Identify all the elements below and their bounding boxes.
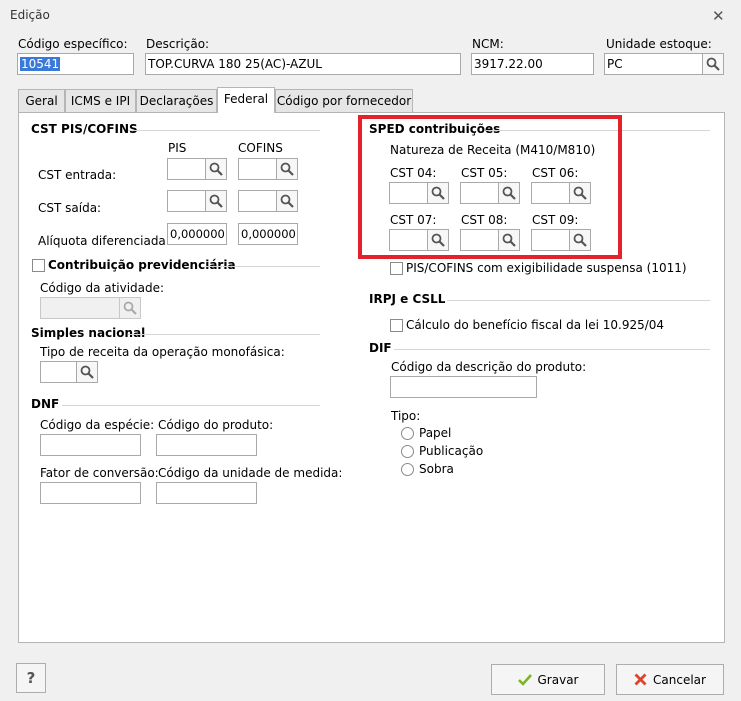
suspensa-checkbox[interactable]: [390, 262, 403, 275]
fator-label: Fator de conversão:: [40, 466, 159, 480]
search-icon[interactable]: [702, 53, 724, 75]
dnf-section-title: DNF: [31, 397, 60, 411]
fator-input[interactable]: [40, 482, 141, 504]
cancelar-button[interactable]: Cancelar: [616, 664, 724, 695]
pis-label: PIS: [168, 141, 187, 155]
ncm-input[interactable]: 3917.22.00: [471, 53, 594, 75]
search-icon[interactable]: [205, 158, 227, 180]
irpj-section-title: IRPJ e CSLL: [369, 292, 446, 306]
radio-papel[interactable]: [401, 427, 414, 440]
cst-entrada-label: CST entrada:: [38, 168, 117, 182]
tab-codigo-fornecedor[interactable]: Código por fornecedor: [275, 89, 413, 113]
tab-geral[interactable]: Geral: [18, 89, 65, 113]
cst-entrada-cofins-lookup[interactable]: [238, 158, 298, 180]
cst-saida-pis-input[interactable]: [167, 190, 205, 212]
simples-section-title: Simples nacional: [31, 326, 146, 340]
atividade-input[interactable]: [40, 297, 119, 319]
papel-label: Papel: [419, 426, 452, 440]
codigo-value: 10541: [20, 57, 61, 71]
cancelar-label: Cancelar: [653, 672, 706, 687]
calculo-label: Cálculo do benefício fiscal da lei 10.92…: [406, 318, 665, 332]
search-icon[interactable]: [276, 158, 298, 180]
cofins-label: COFINS: [238, 141, 283, 155]
descricao-input[interactable]: TOP.CURVA 180 25(AC)-AZUL: [145, 53, 461, 75]
divider: [128, 334, 320, 335]
tipo-receita-label: Tipo de receita da operação monofásica:: [40, 345, 285, 359]
cst-entrada-pis-lookup[interactable]: [167, 158, 227, 180]
tab-declaracoes[interactable]: Declarações: [136, 89, 217, 113]
search-icon[interactable]: [276, 190, 298, 212]
divider: [205, 266, 320, 267]
descricao-produto-input[interactable]: [390, 376, 537, 398]
ncm-label: NCM:: [472, 37, 504, 51]
produto-label: Código do produto:: [158, 418, 274, 432]
aliquota-label: Alíquota diferenciada:: [38, 234, 170, 248]
aliquota-cofins-input[interactable]: 0,000000: [238, 223, 298, 245]
cst-saida-cofins-lookup[interactable]: [238, 190, 298, 212]
codigo-input[interactable]: 10541: [17, 53, 134, 75]
previdenciaria-label: Contribuição previdenciária: [48, 258, 236, 272]
title-bar: Edição ✕: [0, 0, 741, 31]
x-icon: [634, 673, 647, 686]
tab-federal[interactable]: Federal: [217, 87, 275, 113]
cst-entrada-cofins-input[interactable]: [238, 158, 276, 180]
search-icon[interactable]: [119, 297, 141, 319]
previdenciaria-checkbox[interactable]: [32, 259, 45, 272]
cst-entrada-pis-input[interactable]: [167, 158, 205, 180]
gravar-button[interactable]: Gravar: [491, 664, 605, 695]
gravar-label: Gravar: [537, 672, 579, 687]
especie-label: Código da espécie:: [40, 418, 155, 432]
radio-sobra[interactable]: [401, 463, 414, 476]
radio-publicacao[interactable]: [401, 445, 414, 458]
cst-saida-cofins-input[interactable]: [238, 190, 276, 212]
unidade-medida-label: Código da unidade de medida:: [158, 466, 343, 480]
window-title: Edição: [10, 8, 50, 22]
tipo-receita-lookup[interactable]: [40, 361, 98, 383]
aliquota-pis-input[interactable]: 0,000000: [167, 223, 227, 245]
search-icon[interactable]: [205, 190, 227, 212]
dif-section-title: DIF: [369, 341, 392, 355]
atividade-lookup[interactable]: [40, 297, 141, 319]
search-icon[interactable]: [76, 361, 98, 383]
unidade-medida-input[interactable]: [156, 482, 257, 504]
unidade-estoque-lookup[interactable]: PC: [604, 53, 724, 75]
suspensa-label: PIS/COFINS com exigibilidade suspensa (1…: [406, 261, 687, 275]
unidade-estoque-label: Unidade estoque:: [606, 37, 712, 51]
divider: [447, 300, 710, 301]
sobra-label: Sobra: [419, 462, 454, 476]
highlight-box: [358, 115, 622, 259]
divider: [128, 130, 320, 131]
unidade-estoque-input[interactable]: PC: [604, 53, 702, 75]
checkmark-icon: [517, 673, 532, 686]
cst-saida-pis-lookup[interactable]: [167, 190, 227, 212]
close-icon[interactable]: ✕: [712, 7, 725, 25]
produto-input[interactable]: [156, 434, 257, 456]
cst-saida-label: CST saída:: [38, 201, 102, 215]
atividade-label: Código da atividade:: [40, 281, 165, 295]
tipo-label: Tipo:: [391, 409, 421, 423]
help-button[interactable]: ?: [16, 663, 46, 693]
divider: [394, 349, 710, 350]
tab-icms-ipi[interactable]: ICMS e IPI: [65, 89, 136, 113]
calculo-checkbox[interactable]: [390, 319, 403, 332]
descricao-produto-label: Código da descrição do produto:: [391, 360, 587, 374]
tipo-receita-input[interactable]: [40, 361, 76, 383]
cst-section-title: CST PIS/COFINS: [31, 122, 138, 136]
especie-input[interactable]: [40, 434, 141, 456]
codigo-label: Código específico:: [18, 37, 128, 51]
descricao-label: Descrição:: [146, 37, 210, 51]
divider: [62, 405, 320, 406]
publicacao-label: Publicação: [419, 444, 484, 458]
